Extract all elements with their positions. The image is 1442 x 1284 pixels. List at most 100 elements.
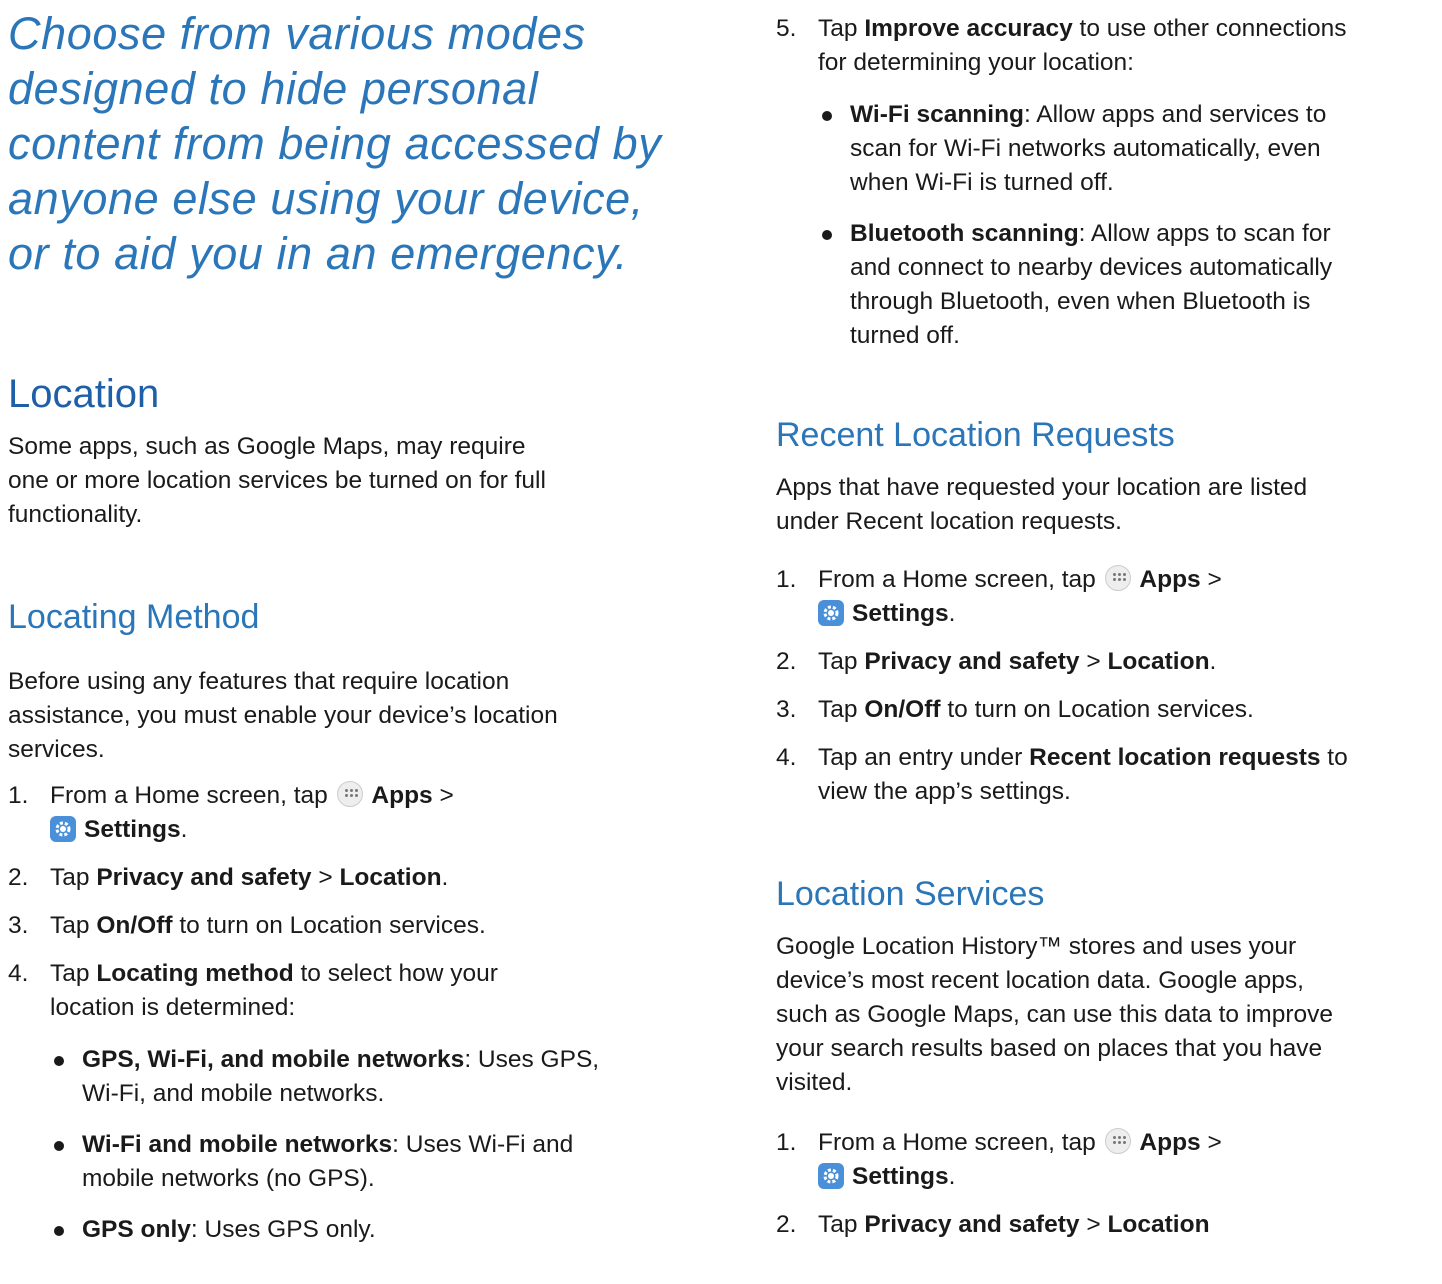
step-text: From a Home screen, tap [818, 566, 1096, 593]
bullet-dot [54, 1141, 64, 1151]
separator: > [318, 864, 333, 891]
option-text: : Allow apps and services to [1024, 101, 1327, 128]
apps-icon [1104, 565, 1131, 591]
setting-label: Recent location requests [1029, 744, 1321, 771]
separator: > [439, 782, 454, 809]
menu-path-privacy: Privacy and safety [864, 1211, 1080, 1238]
step-text: Tap [818, 1211, 858, 1238]
apps-label: Apps [1139, 566, 1201, 593]
step-number: 1. [776, 1129, 797, 1156]
page-title: Location [8, 372, 160, 416]
step-text: to [1327, 744, 1348, 771]
step-number: 2. [776, 1211, 797, 1238]
option-text: : Allow apps to scan for [1078, 220, 1331, 247]
step-text: Tap [818, 648, 858, 675]
punctuation: . [1209, 648, 1217, 675]
option-text: scan for Wi-Fi networks automatically, e… [850, 135, 1321, 162]
menu-path-privacy: Privacy and safety [96, 864, 312, 891]
text-line: assistance, you must enable your device’… [8, 702, 558, 729]
section-heading-recent-requests: Recent Location Requests [776, 416, 1175, 454]
bullet-dot [54, 1056, 64, 1066]
step-text: for determining your location: [818, 49, 1134, 76]
step-item: 1. From a Home screen, tap Apps > Settin… [8, 779, 688, 847]
intro-line: content from being accessed by [8, 118, 662, 169]
apps-icon [336, 781, 363, 807]
step-text: Tap [818, 15, 858, 42]
step-text: Tap [50, 912, 90, 939]
step-text: to turn on Location services. [179, 912, 486, 939]
step-text: to use other connections [1079, 15, 1347, 42]
location-description: Some apps, such as Google Maps, may requ… [8, 430, 688, 532]
step-number: 4. [776, 744, 797, 771]
intro-line: Choose from various modes [8, 8, 586, 59]
bullet-dot [54, 1226, 64, 1236]
step-text: to select how your [300, 960, 498, 987]
step-item-cut-off: 2. Tap Privacy and safety > Location [776, 1208, 1438, 1242]
option-text: mobile networks (no GPS). [82, 1165, 375, 1192]
step-text: location is determined: [50, 994, 296, 1021]
step-number: 2. [8, 864, 29, 891]
intro-line: anyone else using your device, [8, 173, 644, 224]
menu-path-privacy: Privacy and safety [864, 648, 1080, 675]
option-label: Bluetooth scanning [850, 220, 1079, 247]
apps-icon [1104, 1128, 1131, 1154]
recent-requests-description: Apps that have requested your location a… [776, 471, 1438, 539]
bullet-item: Bluetooth scanning: Allow apps to scan f… [818, 217, 1438, 353]
step-text: view the app’s settings. [818, 778, 1071, 805]
location-services-steps: 1. From a Home screen, tap Apps > Settin… [776, 1126, 1438, 1242]
step-number: 3. [776, 696, 797, 723]
text-line: services. [8, 736, 105, 763]
text-line: Before using any features that require l… [8, 668, 510, 695]
separator: > [1207, 1129, 1222, 1156]
text-line: Google Location History™ stores and uses… [776, 933, 1297, 960]
step-item: 5. Tap Improve accuracy to use other con… [776, 12, 1438, 353]
settings-label: Settings [852, 1163, 949, 1190]
toggle-label: On/Off [96, 912, 173, 939]
step-item: 1. From a Home screen, tap Apps > Settin… [776, 1126, 1438, 1194]
option-text: : Uses Wi-Fi and [392, 1131, 574, 1158]
punctuation: . [948, 1163, 956, 1190]
option-label: Wi-Fi scanning [850, 101, 1025, 128]
step-item: 4. Tap an entry under Recent location re… [776, 741, 1438, 809]
step-text: to turn on Location services. [947, 696, 1254, 723]
settings-gear-icon [50, 816, 76, 842]
step-text: Tap [818, 696, 858, 723]
text-line: functionality. [8, 501, 143, 528]
menu-path-location: Location [1107, 648, 1210, 675]
bullet-dot [822, 230, 832, 240]
step-item: 4. Tap Locating method to select how you… [8, 957, 688, 1247]
option-text: : Uses GPS, [464, 1046, 600, 1073]
setting-label: Locating method [96, 960, 294, 987]
option-text: turned off. [850, 322, 960, 349]
step-item: 3. Tap On/Off to turn on Location servic… [776, 693, 1438, 727]
menu-path-location: Location [1107, 1211, 1210, 1238]
step-item: 1. From a Home screen, tap Apps > Settin… [776, 563, 1438, 631]
step-number: 3. [8, 912, 29, 939]
step-text: Tap an entry under [818, 744, 1023, 771]
option-label: GPS, Wi-Fi, and mobile networks [82, 1046, 465, 1073]
text-line: such as Google Maps, can use this data t… [776, 1001, 1333, 1028]
intro-line: or to aid you in an emergency. [8, 228, 629, 279]
step-text: From a Home screen, tap [818, 1129, 1096, 1156]
intro-line: designed to hide personal [8, 63, 539, 114]
step-number: 1. [8, 782, 29, 809]
step-text: From a Home screen, tap [50, 782, 328, 809]
section-heading-locating-method: Locating Method [8, 598, 260, 636]
text-line: Apps that have requested your location a… [776, 474, 1308, 501]
location-services-description: Google Location History™ stores and uses… [776, 930, 1438, 1100]
right-column: 5. Tap Improve accuracy to use other con… [776, 0, 1438, 1242]
step-number: 4. [8, 960, 29, 987]
step-number: 2. [776, 648, 797, 675]
punctuation: . [441, 864, 449, 891]
option-text: and connect to nearby devices automatica… [850, 254, 1333, 281]
option-label: Wi-Fi and mobile networks [82, 1131, 393, 1158]
bullet-item: GPS only: Uses GPS only. [50, 1213, 688, 1247]
settings-gear-icon [818, 600, 844, 626]
bullet-item: Wi-Fi scanning: Allow apps and services … [818, 98, 1438, 200]
option-label: GPS only [82, 1216, 191, 1243]
separator: > [1086, 648, 1101, 675]
locating-method-description: Before using any features that require l… [8, 665, 688, 767]
step-item: 2. Tap Privacy and safety > Location. [776, 645, 1438, 679]
toggle-label: On/Off [864, 696, 941, 723]
text-line: device’s most recent location data. Goog… [776, 967, 1304, 994]
